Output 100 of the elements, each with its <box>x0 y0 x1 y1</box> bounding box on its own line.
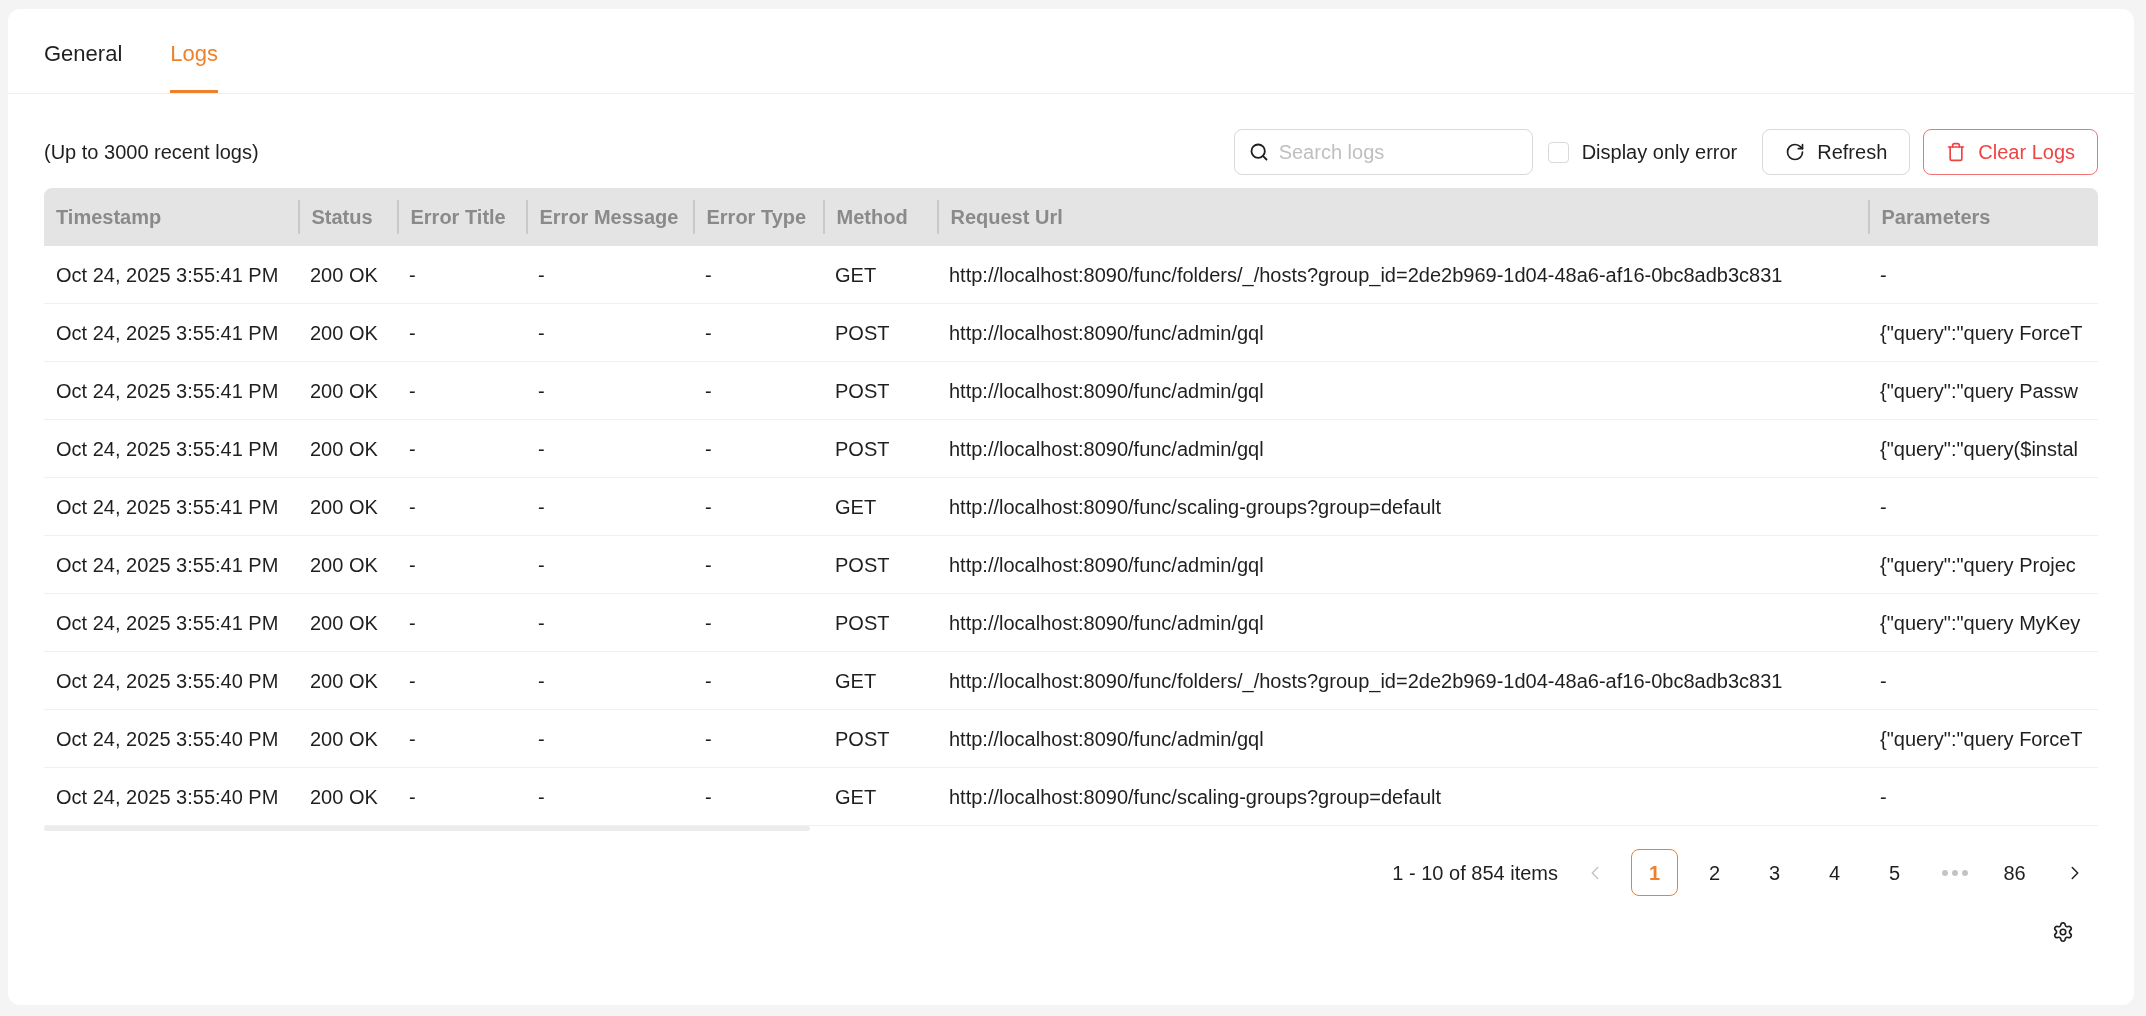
table-cell-text: Oct 24, 2025 3:55:41 PM <box>55 320 280 346</box>
table-cell-text: - <box>408 320 417 346</box>
clear-logs-button[interactable]: Clear Logs <box>1923 129 2098 175</box>
table-cell-text: - <box>408 262 417 288</box>
table-cell-text: Oct 24, 2025 3:55:41 PM <box>55 262 280 288</box>
table-cell-text: http://localhost:8090/func/admin/gql <box>948 610 1265 636</box>
column-header: Status <box>310 205 373 230</box>
table-cell-text: Oct 24, 2025 3:55:41 PM <box>55 494 280 520</box>
page-button[interactable]: 5 <box>1871 849 1918 896</box>
search-field[interactable]: Search logs <box>1233 129 1533 175</box>
column-header: Timestamp <box>55 205 162 230</box>
ellipsis-icon <box>1941 869 1968 876</box>
table-cell-text: http://localhost:8090/func/admin/gql <box>948 726 1265 752</box>
table-cell-text: - <box>537 610 546 636</box>
table-cell-text: 200 OK <box>309 436 379 462</box>
table-cell-text: http://localhost:8090/func/folders/_/hosts?group_id=2de2b969-1d04-48a6-af16-0bc8adb3c831 <box>948 262 1784 289</box>
table-cell-text: {"query":"query ForceT <box>1879 726 2084 752</box>
page-button[interactable]: 3 <box>1751 849 1798 896</box>
table-cell-text: - <box>1879 668 1888 694</box>
refresh-icon <box>1785 142 1806 162</box>
table-cell-text: - <box>408 610 417 636</box>
table-cell-text: {"query":"query MyKey <box>1879 610 2082 636</box>
table-cell-text: 200 OK <box>309 320 379 346</box>
table-cell-text: Oct 24, 2025 3:55:41 PM <box>55 552 280 578</box>
table-cell-text: http://localhost:8090/func/admin/gql <box>948 436 1265 462</box>
table-cell-text: 200 OK <box>309 610 379 636</box>
table-cell-text: 200 OK <box>309 784 379 810</box>
table-cell-text: POST <box>834 378 891 404</box>
table-cell-text: {"query":"query Projec <box>1879 552 2077 578</box>
table-cell-text: http://localhost:8090/func/folders/_/hosts?group_id=2de2b969-1d04-48a6-af16-0bc8adb3c831 <box>948 668 1784 695</box>
table-cell-text: http://localhost:8090/func/admin/gql <box>948 320 1265 346</box>
table-cell-text: POST <box>834 726 891 752</box>
table-cell-text: POST <box>834 610 891 636</box>
table-cell-text: - <box>537 668 546 694</box>
table-cell-text: GET <box>834 668 878 694</box>
column-header: Parameters <box>1880 205 1991 230</box>
table-cell-text: {"query":"query ForceT <box>1879 320 2084 346</box>
table-cell-text: 200 OK <box>309 726 379 752</box>
page-button[interactable]: 4 <box>1811 849 1858 896</box>
table-cell-text: {"query":"query Passw <box>1879 378 2080 404</box>
table-cell-text: - <box>704 784 713 810</box>
table-cell-text: POST <box>834 552 891 578</box>
table-cell-text: GET <box>834 494 878 520</box>
table-cell-text: - <box>704 262 713 288</box>
column-header: Error Type <box>705 205 807 230</box>
table-cell-text: - <box>537 378 546 404</box>
table-cell-text: http://localhost:8090/func/admin/gql <box>948 378 1265 404</box>
table-cell-text: 200 OK <box>309 262 379 288</box>
table-cell-text: http://localhost:8090/func/admin/gql <box>948 552 1265 578</box>
table-cell-text: - <box>537 436 546 462</box>
table-cell-text: - <box>704 552 713 578</box>
table-cell-text: - <box>704 436 713 462</box>
table-cell-text: http://localhost:8090/func/scaling-groups?group=default <box>948 494 1442 520</box>
checkbox-label: Display only error <box>1581 140 1738 165</box>
table-cell-text: - <box>537 494 546 520</box>
settings-icon[interactable] <box>2052 921 2074 943</box>
column-header: Error Title <box>409 205 506 230</box>
table-cell-text: - <box>537 320 546 346</box>
tab[interactable]: General <box>44 9 123 93</box>
table-cell-text: 200 OK <box>309 494 379 520</box>
table-cell-text: POST <box>834 320 891 346</box>
column-header: Request Url <box>949 205 1063 230</box>
table-cell-text: GET <box>834 262 878 288</box>
table-cell-text: - <box>408 378 417 404</box>
table-cell-text: - <box>704 726 713 752</box>
table-cell-text: - <box>408 494 417 520</box>
table-cell-text: - <box>1879 784 1888 810</box>
table-cell-text: - <box>408 668 417 694</box>
table-cell-text: GET <box>834 784 878 810</box>
table-cell-text: - <box>408 784 417 810</box>
table-cell-text: - <box>1879 262 1888 288</box>
table-cell-text: {"query":"query($instal <box>1879 436 2080 462</box>
table-cell-text: - <box>408 436 417 462</box>
table-cell-text: - <box>704 494 713 520</box>
table-cell-text: - <box>704 610 713 636</box>
search-icon <box>1248 142 1269 162</box>
table-cell-text: - <box>704 668 713 694</box>
table-cell-text: Oct 24, 2025 3:55:40 PM <box>55 726 280 752</box>
table-cell-text: - <box>408 726 417 752</box>
table-cell-text: - <box>537 726 546 752</box>
page-button[interactable]: 2 <box>1691 849 1738 896</box>
table-cell-text: 200 OK <box>309 552 379 578</box>
checkbox[interactable] <box>1547 141 1569 163</box>
table-cell-text: http://localhost:8090/func/scaling-groups?group=default <box>948 784 1442 810</box>
table-cell-text: - <box>537 784 546 810</box>
table-cell-text: - <box>408 552 417 578</box>
column-header: Error Message <box>538 205 679 230</box>
logs-limit-note: (Up to 3000 recent logs) <box>44 140 259 165</box>
refresh-button[interactable]: Refresh <box>1762 129 1911 175</box>
table-cell-text: - <box>537 262 546 288</box>
table-cell-text: Oct 24, 2025 3:55:41 PM <box>55 378 280 404</box>
table-cell-text: 200 OK <box>309 668 379 694</box>
table-cell-text: POST <box>834 436 891 462</box>
table-cell-text: Oct 24, 2025 3:55:40 PM <box>55 784 280 810</box>
page-button[interactable]: 86 <box>1991 849 2038 896</box>
table-cell-text: 200 OK <box>309 378 379 404</box>
table-cell-text: Oct 24, 2025 3:55:40 PM <box>55 668 280 694</box>
trash-icon <box>1946 142 1967 162</box>
table-cell-text: - <box>704 320 713 346</box>
column-header: Method <box>835 205 908 230</box>
